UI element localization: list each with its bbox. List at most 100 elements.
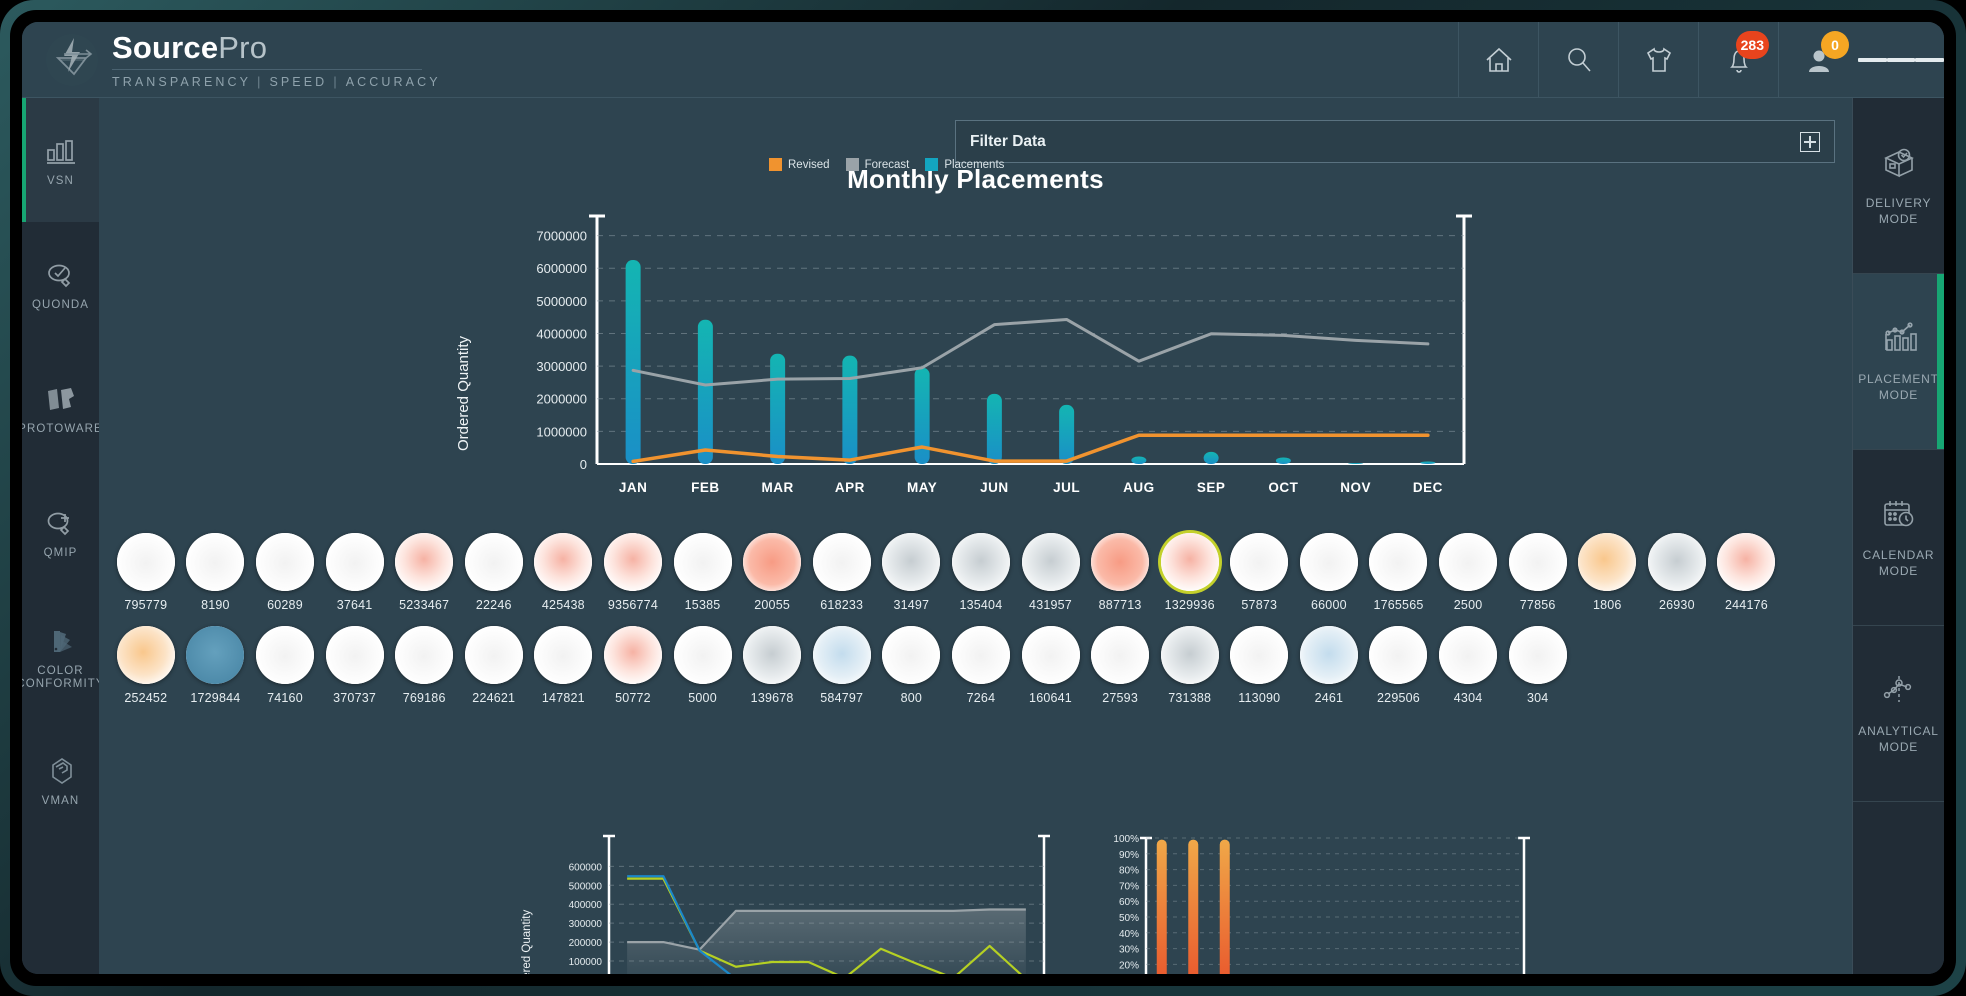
avatar[interactable] — [1509, 533, 1567, 591]
avatar-cell[interactable]: 4304 — [1433, 626, 1503, 705]
avatar-cell[interactable]: 37641 — [320, 533, 390, 612]
avatar-cell[interactable]: 57873 — [1225, 533, 1295, 612]
avatar-cell[interactable]: 800 — [877, 626, 947, 705]
avatar-cell[interactable]: 8190 — [181, 533, 251, 612]
tshirt-icon[interactable] — [1618, 22, 1698, 97]
avatar[interactable] — [534, 626, 592, 684]
avatar[interactable] — [743, 626, 801, 684]
avatar-cell[interactable]: 731388 — [1155, 626, 1225, 705]
avatar-cell[interactable]: 769186 — [389, 626, 459, 705]
avatar[interactable] — [1230, 626, 1288, 684]
avatar[interactable] — [1648, 533, 1706, 591]
avatar-cell[interactable]: 431957 — [1016, 533, 1086, 612]
avatar[interactable] — [604, 533, 662, 591]
avatar[interactable] — [1161, 533, 1219, 591]
avatar-cell[interactable]: 9356774 — [598, 533, 668, 612]
avatar[interactable] — [117, 626, 175, 684]
avatar-cell[interactable]: 1729844 — [181, 626, 251, 705]
sidebar-item-vman[interactable]: VMAN — [22, 718, 99, 842]
avatar-cell[interactable]: 22246 — [459, 533, 529, 612]
user-icon[interactable]: 0 — [1778, 22, 1858, 97]
avatar-cell[interactable]: 795779 — [111, 533, 181, 612]
mode-item-delivery[interactable]: DELIVERYMODE — [1853, 98, 1944, 274]
mode-item-calendar[interactable]: CALENDARMODE — [1853, 450, 1944, 626]
avatar[interactable] — [534, 533, 592, 591]
avatar-cell[interactable]: 60289 — [250, 533, 320, 612]
avatar[interactable] — [395, 626, 453, 684]
avatar[interactable] — [743, 533, 801, 591]
avatar-cell[interactable]: 1806 — [1572, 533, 1642, 612]
avatar-cell[interactable]: 27593 — [1085, 626, 1155, 705]
avatar-cell[interactable]: 50772 — [598, 626, 668, 705]
sidebar-item-vsn[interactable]: VSN — [22, 98, 99, 222]
avatar-cell[interactable]: 618233 — [807, 533, 877, 612]
filter-data-bar[interactable]: Filter Data — [955, 120, 1835, 163]
avatar-cell[interactable]: 15385 — [668, 533, 738, 612]
bell-icon[interactable]: 283 — [1698, 22, 1778, 97]
mode-item-analytical[interactable]: ANALYTICALMODE — [1853, 626, 1944, 802]
avatar[interactable] — [1300, 533, 1358, 591]
avatar-cell[interactable]: 887713 — [1085, 533, 1155, 612]
avatar[interactable] — [813, 626, 871, 684]
avatar[interactable] — [1439, 533, 1497, 591]
avatar[interactable] — [1022, 626, 1080, 684]
avatar-cell[interactable]: 224621 — [459, 626, 529, 705]
avatar[interactable] — [1509, 626, 1567, 684]
avatar[interactable] — [465, 626, 523, 684]
avatar-cell[interactable]: 160641 — [1016, 626, 1086, 705]
avatar-cell[interactable]: 425438 — [529, 533, 599, 612]
avatar[interactable] — [1230, 533, 1288, 591]
mode-item-placement[interactable]: PLACEMENTMODE — [1853, 274, 1944, 450]
avatar-cell[interactable]: 26930 — [1642, 533, 1712, 612]
avatar[interactable] — [813, 533, 871, 591]
avatar-cell[interactable]: 5000 — [668, 626, 738, 705]
avatar[interactable] — [326, 626, 384, 684]
avatar[interactable] — [674, 533, 732, 591]
avatar[interactable] — [1091, 533, 1149, 591]
avatar[interactable] — [1369, 533, 1427, 591]
avatar[interactable] — [674, 626, 732, 684]
avatar-cell[interactable]: 370737 — [320, 626, 390, 705]
avatar-cell[interactable]: 139678 — [737, 626, 807, 705]
avatar-cell[interactable]: 1329936 — [1155, 533, 1225, 612]
avatar-cell[interactable]: 244176 — [1712, 533, 1782, 612]
avatar[interactable] — [1022, 533, 1080, 591]
avatar-cell[interactable]: 135404 — [946, 533, 1016, 612]
avatar-cell[interactable]: 584797 — [807, 626, 877, 705]
avatar[interactable] — [882, 626, 940, 684]
avatar-cell[interactable]: 74160 — [250, 626, 320, 705]
sidebar-item-color-conformity[interactable]: COLOR CONFORMITY — [22, 594, 99, 718]
avatar-cell[interactable]: 2461 — [1294, 626, 1364, 705]
avatar[interactable] — [186, 533, 244, 591]
avatar-cell[interactable]: 304 — [1503, 626, 1573, 705]
avatar-cell[interactable]: 31497 — [877, 533, 947, 612]
avatar[interactable] — [256, 533, 314, 591]
avatar[interactable] — [465, 533, 523, 591]
avatar[interactable] — [952, 626, 1010, 684]
avatar[interactable] — [395, 533, 453, 591]
avatar[interactable] — [952, 533, 1010, 591]
avatar[interactable] — [1300, 626, 1358, 684]
avatar-cell[interactable]: 147821 — [529, 626, 599, 705]
avatar[interactable] — [1369, 626, 1427, 684]
avatar-cell[interactable]: 7264 — [946, 626, 1016, 705]
avatar-cell[interactable]: 5233467 — [389, 533, 459, 612]
search-icon[interactable] — [1538, 22, 1618, 97]
sidebar-item-quonda[interactable]: QUONDA — [22, 222, 99, 346]
avatar[interactable] — [1439, 626, 1497, 684]
avatar-cell[interactable]: 77856 — [1503, 533, 1573, 612]
avatar-cell[interactable]: 66000 — [1294, 533, 1364, 612]
avatar[interactable] — [117, 533, 175, 591]
avatar-cell[interactable]: 2500 — [1433, 533, 1503, 612]
avatar[interactable] — [1161, 626, 1219, 684]
avatar[interactable] — [882, 533, 940, 591]
avatar-cell[interactable]: 252452 — [111, 626, 181, 705]
avatar[interactable] — [604, 626, 662, 684]
sidebar-item-protoware[interactable]: PROTOWARE — [22, 346, 99, 470]
avatar-cell[interactable]: 229506 — [1364, 626, 1434, 705]
avatar[interactable] — [186, 626, 244, 684]
sidebar-item-qmip[interactable]: QMIP — [22, 470, 99, 594]
avatar[interactable] — [256, 626, 314, 684]
avatar-cell[interactable]: 1765565 — [1364, 533, 1434, 612]
avatar[interactable] — [1091, 626, 1149, 684]
